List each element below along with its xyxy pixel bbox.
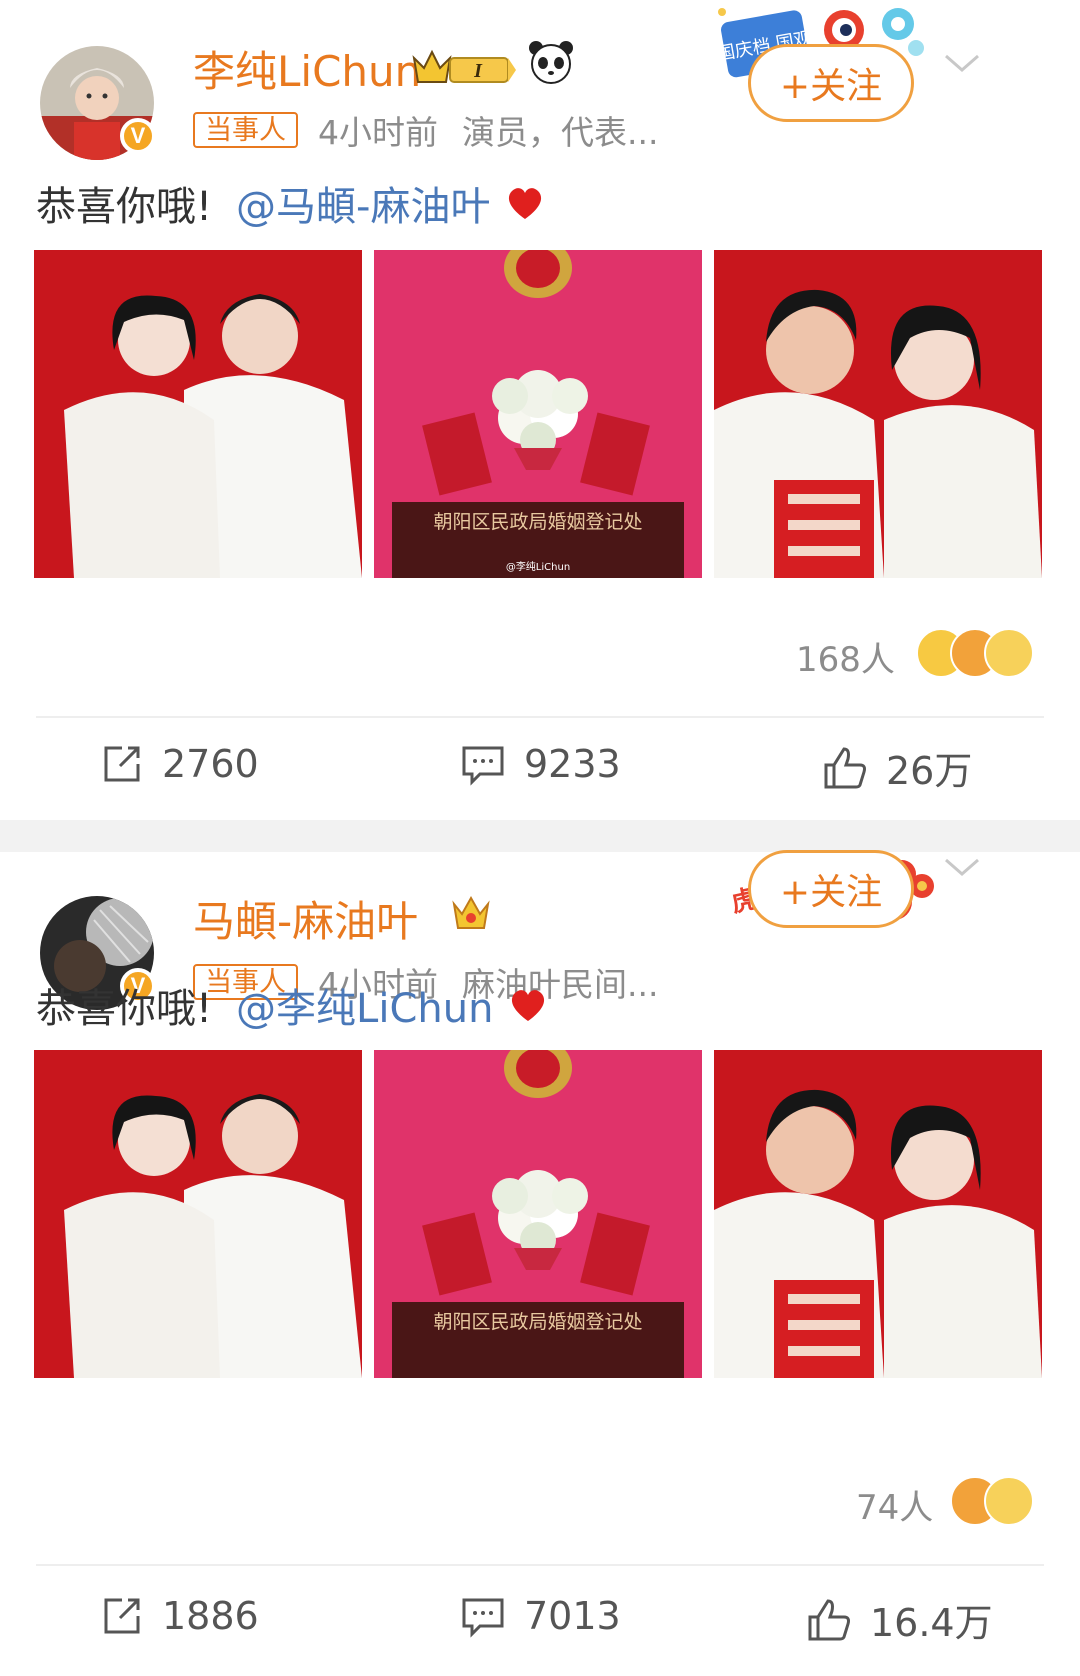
comment-button[interactable]: 9233	[460, 742, 621, 786]
emoji-icon	[984, 1476, 1034, 1526]
comment-icon	[462, 1598, 504, 1638]
chevron-down-icon[interactable]	[942, 48, 982, 78]
mention-link[interactable]: @马頔-麻油叶	[236, 174, 490, 232]
repost-button[interactable]: 2760	[100, 742, 259, 786]
party-tag: 当事人	[193, 112, 298, 148]
emoji-icon	[984, 628, 1034, 678]
post-photo[interactable]	[34, 1050, 362, 1378]
divider	[36, 716, 1044, 718]
post-meta: 当事人 4小时前 演员，代表...	[193, 110, 658, 152]
repost-count: 1886	[162, 1594, 259, 1638]
repost-icon	[104, 1598, 140, 1634]
crown-icon[interactable]	[450, 892, 492, 934]
verified-icon: V	[120, 118, 156, 154]
svg-text:朝阳区民政局婚姻登记处: 朝阳区民政局婚姻登记处	[433, 1311, 642, 1333]
post-photo[interactable]	[34, 250, 362, 578]
repost-count: 2760	[162, 742, 259, 786]
post-photo[interactable]: 朝阳区民政局婚姻登记处 @李纯LiChun	[374, 250, 702, 578]
like-count: 16.4万	[870, 1601, 993, 1645]
mention-link[interactable]: @李纯LiChun	[236, 976, 493, 1034]
repost-button[interactable]: 1886	[100, 1594, 259, 1638]
comment-button[interactable]: 7013	[460, 1594, 621, 1638]
heart-icon	[512, 990, 545, 1021]
post-photo[interactable]: 朝阳区民政局婚姻登记处	[374, 1050, 702, 1378]
post-photo[interactable]	[714, 1050, 1042, 1378]
reaction-count[interactable]: 168人	[796, 632, 895, 681]
like-button[interactable]: 16.4万	[806, 1592, 993, 1647]
user-description: 演员，代表...	[462, 113, 659, 152]
follow-button[interactable]: +关注	[748, 850, 914, 928]
divider	[36, 1564, 1044, 1566]
username[interactable]: 马頔-麻油叶	[193, 888, 418, 949]
comment-count: 7013	[524, 1594, 621, 1638]
comment-icon	[462, 746, 504, 786]
panda-icon	[529, 41, 573, 84]
like-button[interactable]: 26万	[822, 740, 972, 795]
post-text: 恭喜你哦! @李纯LiChun	[36, 976, 549, 1034]
like-icon	[808, 1598, 850, 1640]
svg-text:@李纯LiChun: @李纯LiChun	[506, 560, 570, 573]
like-icon	[824, 746, 866, 788]
comment-count: 9233	[524, 742, 621, 786]
follow-button[interactable]: +关注	[748, 44, 914, 122]
heart-icon	[509, 188, 542, 219]
weibo-post: V 马頔-麻油叶 当事人 4小时前 麻油叶民间... 虎一声 +关注 恭喜你哦!…	[0, 850, 1080, 1676]
post-text: 恭喜你哦! @马頔-麻油叶	[36, 174, 546, 232]
username[interactable]: 李纯LiChun	[193, 38, 421, 99]
like-count: 26万	[886, 749, 973, 793]
svg-text:朝阳区民政局婚姻登记处: 朝阳区民政局婚姻登记处	[433, 511, 642, 533]
post-separator	[0, 820, 1080, 852]
post-time: 4小时前	[318, 113, 438, 152]
post-body: 恭喜你哦!	[36, 986, 213, 1032]
repost-icon	[104, 746, 140, 782]
reaction-count[interactable]: 74人	[856, 1480, 933, 1529]
svg-text:I: I	[473, 60, 483, 82]
crown-icon[interactable]: I	[410, 46, 518, 88]
post-body: 恭喜你哦!	[36, 184, 213, 230]
chevron-down-icon[interactable]	[942, 852, 982, 882]
weibo-post: V 李纯LiChun I 当事人 4小时前 演员，代表... 国庆档 国观 +关…	[0, 0, 1080, 820]
post-photo[interactable]	[714, 250, 1042, 578]
